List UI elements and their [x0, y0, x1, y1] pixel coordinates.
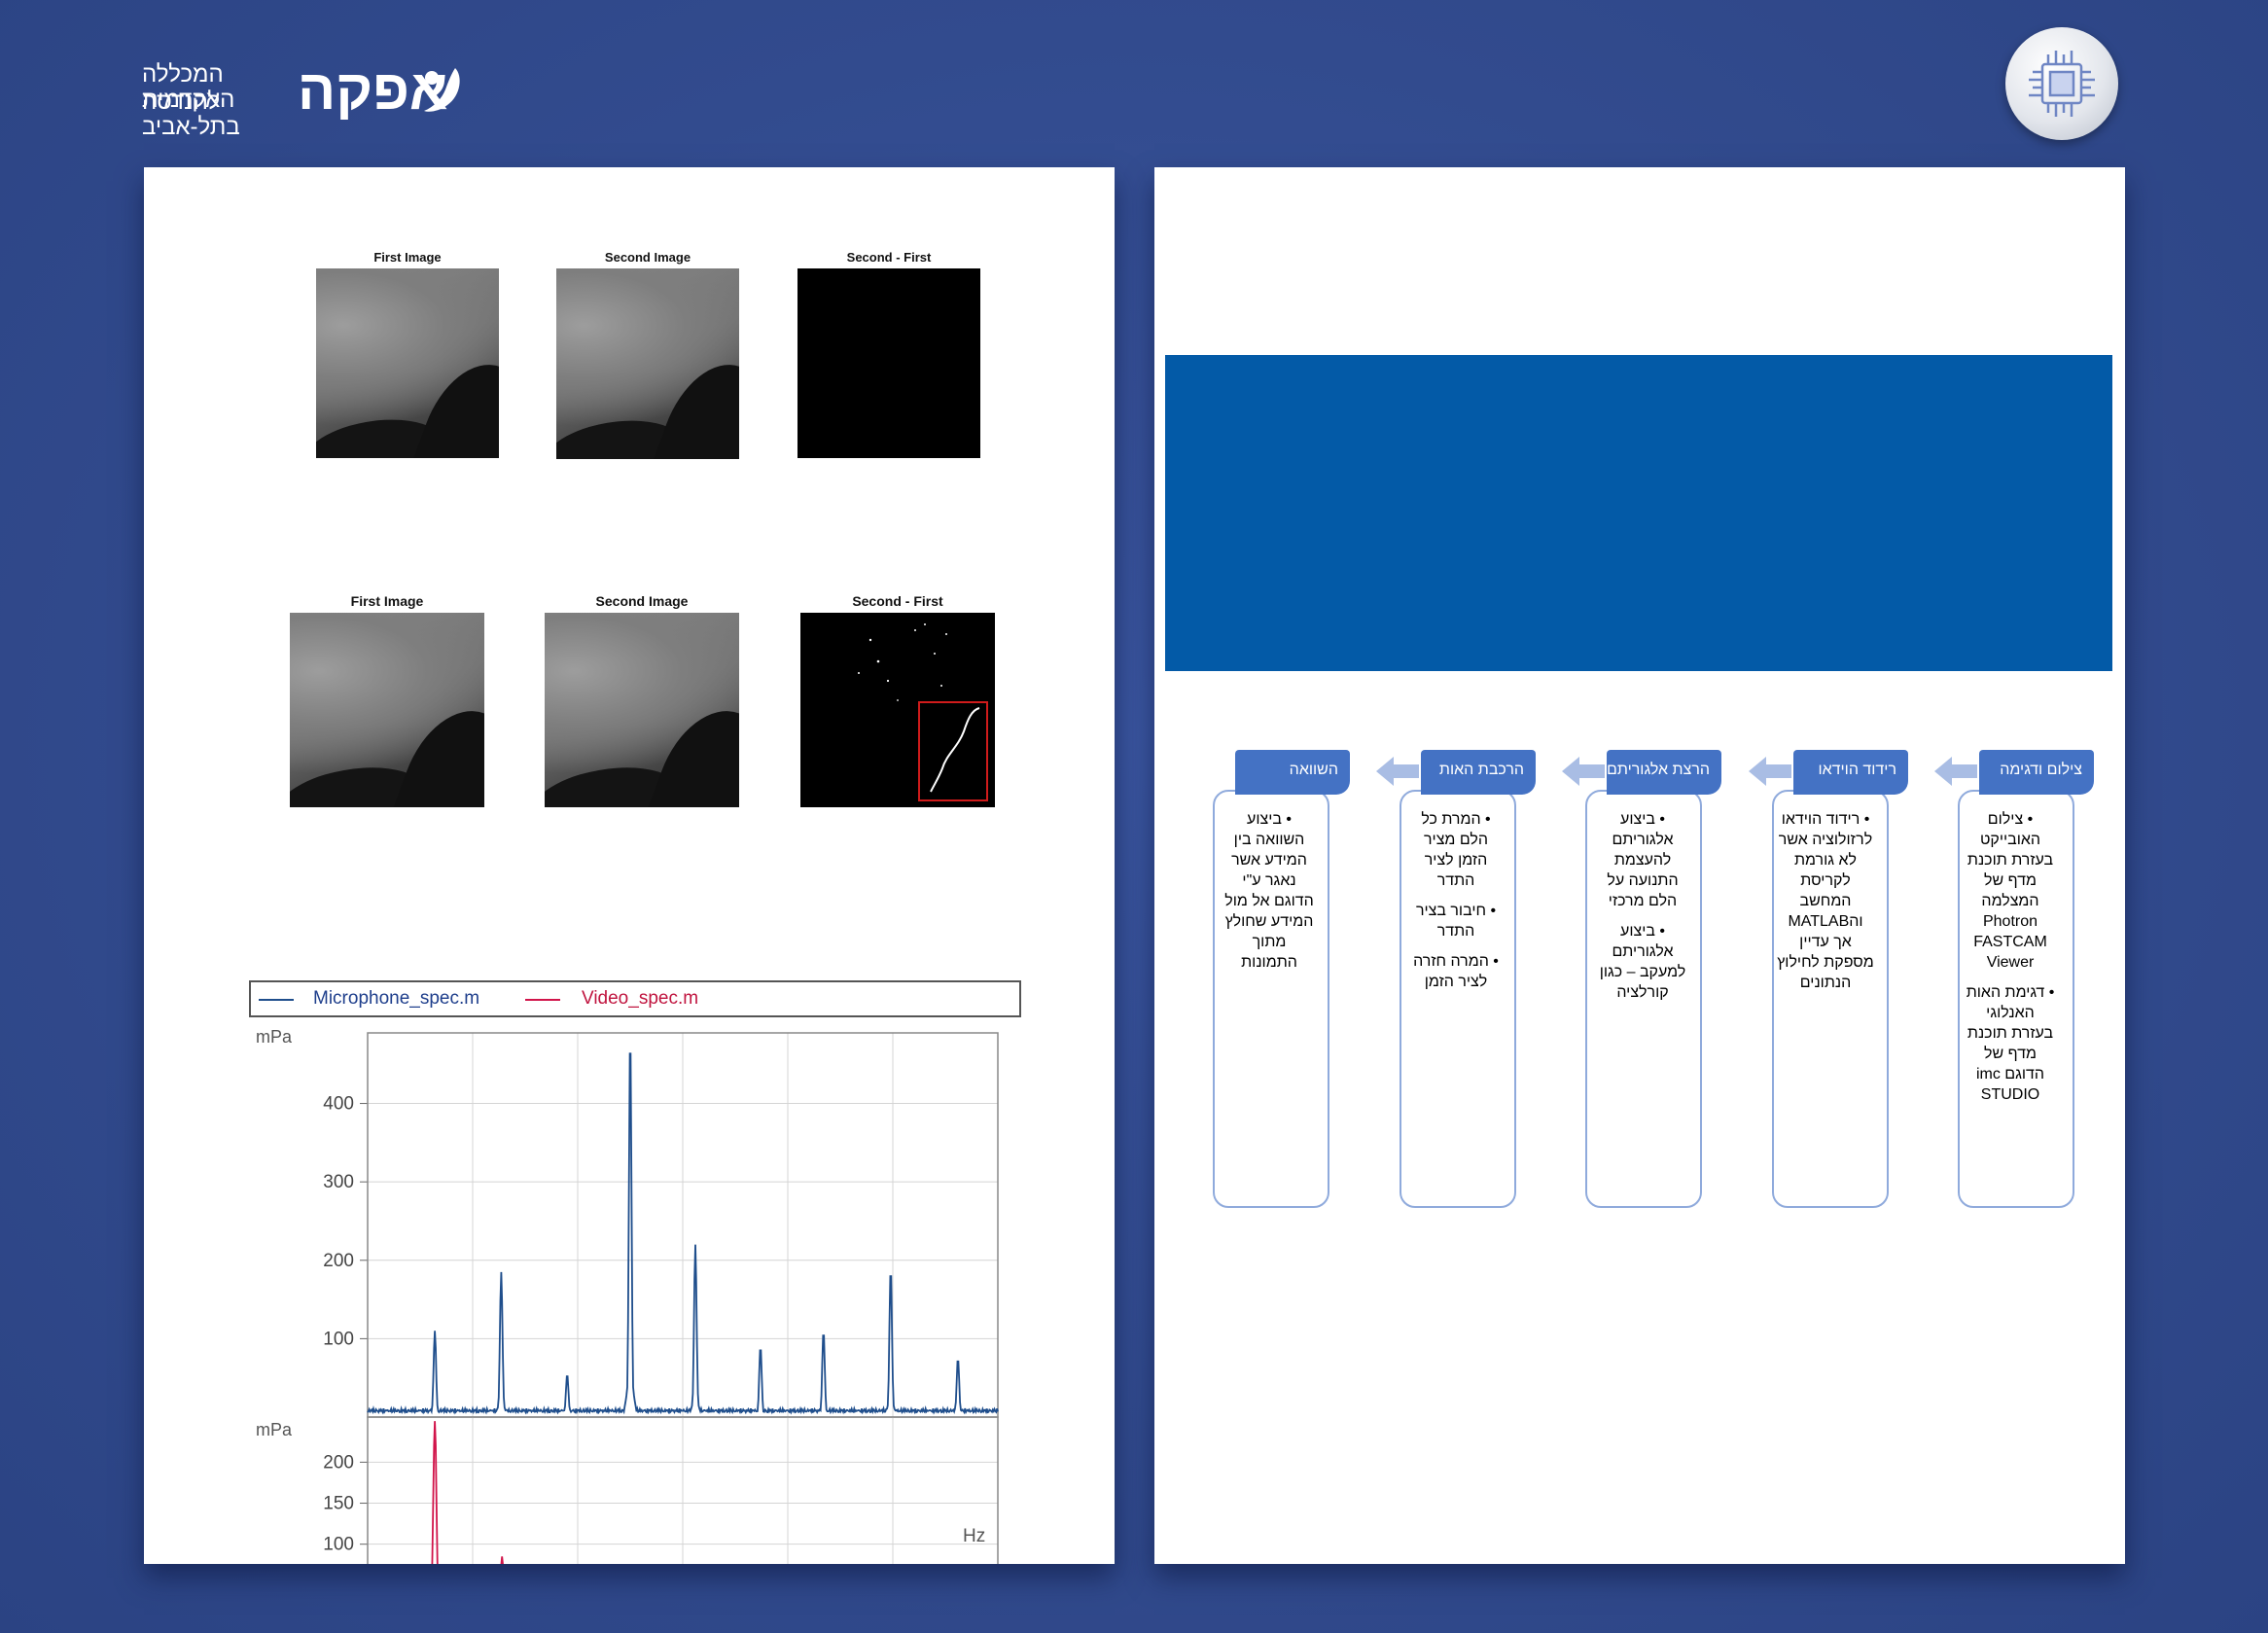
step-2-bullet: • רידוד הוידאו לרזולוציה אשר לא גורמת לק… [1777, 811, 1874, 991]
step-4-bullet: • חיבור בציר התדר [1415, 903, 1497, 940]
row2-diff-image [800, 613, 995, 807]
row2-second-image [545, 613, 739, 807]
step-5-bullet: • ביצוע השוואה בין המידע אשר נאגר ע"י הד… [1224, 811, 1314, 971]
row1-first-image [316, 268, 499, 458]
row2-title-second: Second Image [595, 593, 689, 609]
legend-label-microphone: Microphone_spec.m [313, 988, 480, 1009]
step-3-title: הרצת אלגוריתם [1607, 750, 1721, 795]
step-1-bullet: • דגימת האות האנלוגי בעזרת תוכנת מדף של … [1966, 984, 2055, 1103]
y-tick-label: 200 [323, 1452, 354, 1473]
flow-arrow-icon [1562, 757, 1605, 786]
logo-line2: להנדסה בתל-אביב [142, 89, 240, 140]
step-1-bullets: • צילום האובייקט בעזרת תוכנת מדף של המצל… [1964, 809, 2057, 1115]
row1-title-diff: Second - First [846, 250, 932, 265]
legend-swatch-video [525, 999, 560, 1001]
chart-legend: Microphone_spec.m Video_spec.m [249, 980, 1021, 1017]
step-4-bullet: • המרת כל הלם מציר הזמן לציר התדר [1421, 811, 1491, 889]
row1-title-second: Second Image [604, 250, 691, 265]
logo-leaf-icon [424, 68, 460, 112]
y-tick-label: 100 [323, 1535, 354, 1555]
y-label-top: mPa [256, 1027, 293, 1047]
row2-title-first: First Image [350, 593, 424, 609]
step-4-bullet: • המרה חזרה לציר הזמן [1413, 953, 1499, 990]
spectrum-chart: mPa mPa Hz 40030020010020015010050050010… [256, 1027, 999, 1564]
step-2-bullets: • רידוד הוידאו לרזולוציה אשר לא גורמת לק… [1777, 809, 1874, 1003]
step-1-bullet: • צילום האובייקט בעזרת תוכנת מדף של המצל… [1967, 811, 2054, 971]
process-panel: צילום ודגימה • צילום האובייקט בעזרת תוכנת… [1154, 167, 2125, 1564]
step-2-title: רידוד הוידאו [1793, 750, 1908, 795]
y-tick-label: 200 [323, 1251, 354, 1271]
legend-label-video: Video_spec.m [582, 988, 699, 1009]
step-3-bullets: • ביצוע אלגוריתם להעצמת התנועה על הלם מר… [1594, 809, 1691, 1012]
y-tick-label: 300 [323, 1172, 354, 1192]
y-tick-label: 150 [323, 1494, 354, 1514]
step-1-title: צילום ודגימה [1979, 750, 2094, 795]
y-label-bottom: mPa [256, 1420, 293, 1439]
flow-arrow-icon [1749, 757, 1791, 786]
step-5-bullets: • ביצוע השוואה בין המידע אשר נאגר ע"י הד… [1223, 809, 1316, 982]
chip-icon [2029, 51, 2095, 117]
afeka-logo: המכללה האקדמית להנדסה בתל-אביב אפקה [142, 58, 463, 140]
results-panel: First Image Second Image Second - First … [144, 167, 1115, 1564]
row2-first-image [290, 613, 484, 807]
row1-second-image [556, 268, 739, 459]
y-tick-label: 400 [323, 1094, 354, 1115]
title-banner [1165, 355, 2112, 671]
legend-swatch-microphone [259, 999, 294, 1001]
step-3-bullet: • ביצוע אלגוריתם למעקב – כגון קורלציה [1599, 923, 1686, 1001]
motion-trace-overlay [858, 623, 988, 801]
row1-title-first: First Image [373, 250, 442, 265]
y-tick-label: 100 [323, 1329, 354, 1349]
row1-diff-image [797, 268, 980, 458]
step-3-bullet: • ביצוע אלגוריתם להעצמת התנועה על הלם מר… [1607, 811, 1679, 909]
step-5-title: השוואה [1235, 750, 1350, 795]
flow-arrow-icon [1376, 757, 1419, 786]
chip-badge [2005, 27, 2118, 140]
row2-title-diff: Second - First [852, 593, 943, 609]
step-4-bullets: • המרת כל הלם מציר הזמן לציר התדר • חיבור… [1409, 809, 1503, 1002]
flow-arrow-icon [1934, 757, 1977, 786]
x-axis-label: Hz [963, 1526, 985, 1546]
step-4-title: הרכבת האות [1421, 750, 1536, 795]
